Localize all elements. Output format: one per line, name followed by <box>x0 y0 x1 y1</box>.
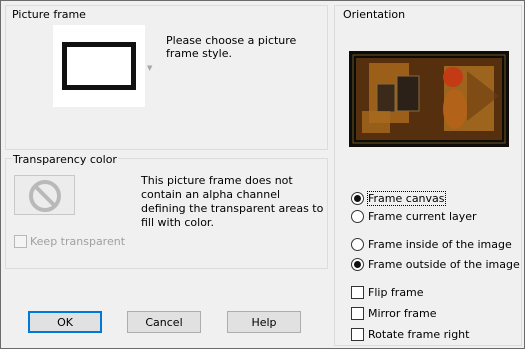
transparency-description: This picture frame does not contain an a… <box>141 174 323 230</box>
rotate-frame-right-label[interactable]: Rotate frame right <box>368 328 469 341</box>
image-preview <box>349 51 509 147</box>
transparency-swatch <box>14 175 75 215</box>
frame-outside-radio[interactable] <box>351 258 364 271</box>
mirror-frame-label[interactable]: Mirror frame <box>368 307 437 320</box>
rotate-frame-right-checkbox[interactable] <box>351 328 364 341</box>
picture-frame-dialog: Picture frame ▼ Please choose a picture … <box>0 0 525 349</box>
frame-thumbnail <box>62 42 136 90</box>
picture-frame-description-text: Please choose a picture frame style. <box>166 34 297 60</box>
transparency-description-text: This picture frame does not contain an a… <box>141 174 324 229</box>
frame-current-layer-radio[interactable] <box>351 210 364 223</box>
mirror-frame-checkbox[interactable] <box>351 307 364 320</box>
chevron-down-icon[interactable]: ▼ <box>147 64 152 72</box>
flip-frame-label[interactable]: Flip frame <box>368 286 424 299</box>
help-button[interactable]: Help <box>227 311 301 333</box>
frame-outside-label[interactable]: Frame outside of the image <box>368 258 520 271</box>
ok-button[interactable]: OK <box>28 311 102 333</box>
transparency-title: Transparency color <box>12 153 118 166</box>
frame-style-preview[interactable] <box>53 25 145 107</box>
orientation-preview <box>349 51 509 147</box>
keep-transparent-checkbox[interactable] <box>14 235 27 248</box>
no-symbol-icon <box>29 180 61 212</box>
orientation-title: Orientation <box>343 8 406 21</box>
frame-canvas-radio[interactable] <box>351 192 364 205</box>
frame-current-layer-label[interactable]: Frame current layer <box>368 210 477 223</box>
frame-inside-label[interactable]: Frame inside of the image <box>368 238 512 251</box>
frame-inside-radio[interactable] <box>351 238 364 251</box>
frame-canvas-label[interactable]: Frame canvas <box>367 191 446 206</box>
picture-frame-description: Please choose a picture frame style. <box>166 34 296 60</box>
flip-frame-checkbox[interactable] <box>351 286 364 299</box>
keep-transparent-label: Keep transparent <box>30 235 126 248</box>
picture-frame-title: Picture frame <box>12 8 86 21</box>
cancel-button[interactable]: Cancel <box>127 311 201 333</box>
